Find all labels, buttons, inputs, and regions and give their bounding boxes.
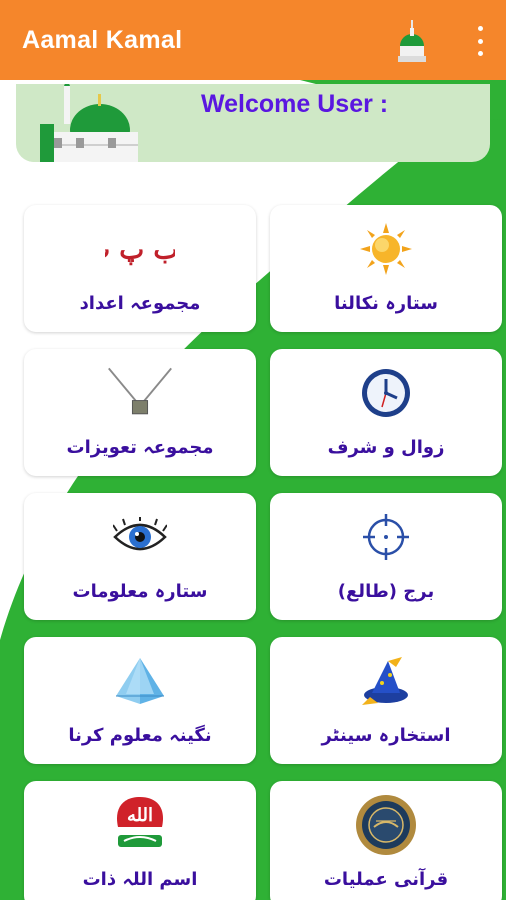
pendant-icon [108,367,172,415]
background-swoosh [0,80,506,900]
wizard-hat-icon [362,657,408,705]
crosshair-icon [363,514,409,560]
mosque-dome-icon [398,20,426,62]
menu-card-label: استخارہ سینٹر [321,725,451,746]
welcome-banner: Welcome User : [16,84,490,162]
menu-card-label: اسم اللہ ذات [82,869,198,890]
menu-card-label: مجموعہ اعداد [79,293,201,314]
menu-card-majmua-adad[interactable]: ا ب پ ت مجموعہ اعداد [24,205,256,332]
sun-icon [360,223,412,275]
app-title: Aamal Kamal [22,25,183,54]
menu-card-burj-taale[interactable]: برج (طالع) [270,493,502,620]
overflow-menu-button[interactable] [472,26,488,56]
clock-icon [362,369,410,417]
menu-card-istikhara-center[interactable]: استخارہ سینٹر [270,637,502,764]
menu-dot-icon [477,26,483,31]
menu-card-label: قرآنی عملیات [323,869,449,890]
menu-card-label: زوال و شرف [327,437,445,458]
green-dome-image [28,84,138,162]
menu-card-label: نگینہ معلوم کرنا [68,725,212,746]
menu-dot-icon [477,51,483,56]
svg-text:الله: الله [127,805,153,826]
menu-card-label: مجموعہ تعویزات [66,437,214,458]
menu-card-sitara-nikalna[interactable]: ستارہ نکالنا [270,205,502,332]
menu-card-zawal-o-sharaf[interactable]: زوال و شرف [270,349,502,476]
alphabet-icon: ا ب پ ت [105,234,175,265]
menu-dot-icon [477,38,483,44]
menu-card-label: ستارہ معلومات [72,581,208,602]
allah-calligraphy-icon: الله [116,797,164,847]
menu-card-sitara-maloomat[interactable]: ستارہ معلومات [24,493,256,620]
svg-text:ا ب پ ت: ا ب پ ت [105,234,175,265]
quran-icon [356,795,416,855]
pyramid-gem-icon [116,658,164,704]
menu-card-label: برج (طالع) [337,581,435,602]
menu-card-nageena-maloom-karna[interactable]: نگینہ معلوم کرنا [24,637,256,764]
menu-card-label: ستارہ نکالنا [334,293,438,314]
eye-icon [113,517,167,551]
app-bar: Aamal Kamal [0,0,506,80]
menu-card-majmua-taweezat[interactable]: مجموعہ تعویزات [24,349,256,476]
menu-card-qurani-amliyat[interactable]: قرآنی عملیات [270,781,502,900]
menu-card-ism-allah-zaat[interactable]: الله اسم اللہ ذات [24,781,256,900]
welcome-text: Welcome User : [201,90,389,118]
